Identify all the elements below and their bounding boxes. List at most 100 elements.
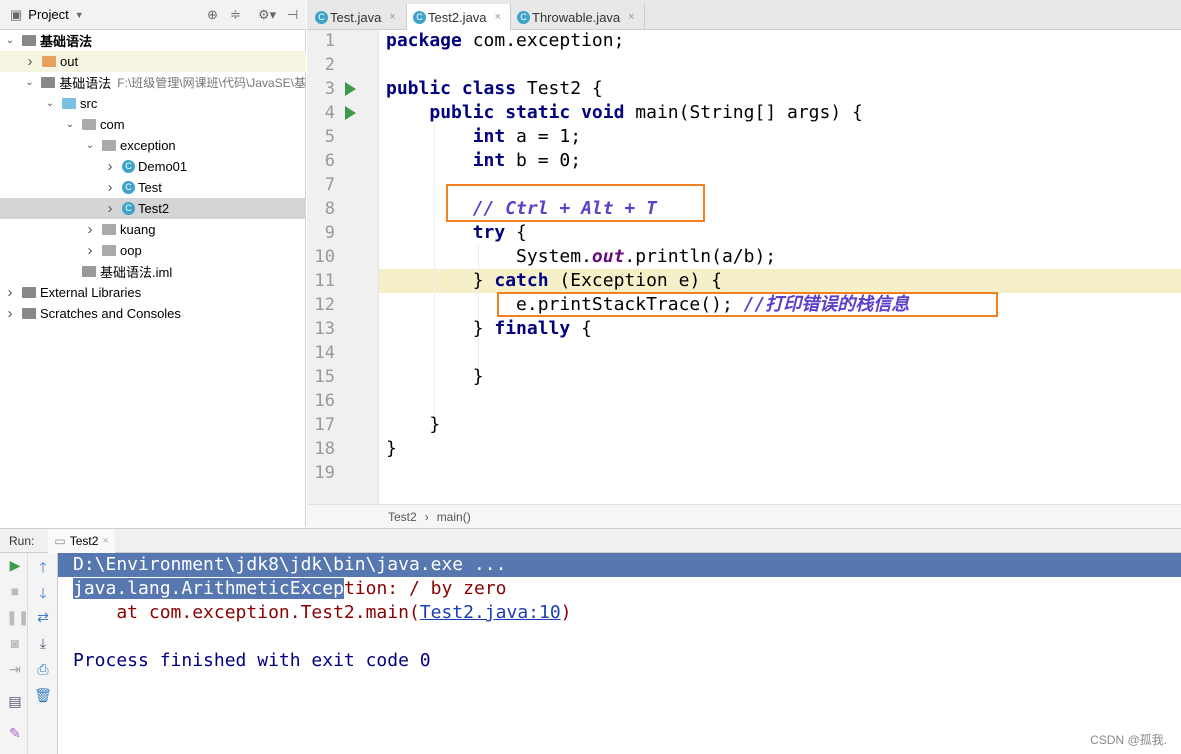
code-line[interactable]: } (386, 413, 440, 437)
chevron-down-icon[interactable]: ⌄ (44, 98, 56, 109)
down-arrow-icon[interactable]: 🡓 (34, 583, 52, 607)
line-number: 12 (314, 295, 335, 315)
code-line[interactable]: package com.exception; (386, 29, 624, 53)
tree-item[interactable]: › External Libraries (0, 282, 306, 303)
hide-icon[interactable]: ⊣ (287, 7, 298, 23)
code-token: } (386, 318, 495, 339)
locate-icon[interactable]: ⊕ (207, 7, 218, 23)
console-line[interactable]: at com.exception.Test2.main(Test2.java:1… (73, 601, 571, 625)
code-token: } (386, 438, 397, 459)
console-line[interactable]: D:\Environment\jdk8\jdk\bin\java.exe ... (73, 553, 506, 577)
chevron-down-icon[interactable]: ⌄ (84, 140, 96, 151)
tree-item[interactable]: ⌄ 基础语法 F:\班级管理\网课班\代码\JavaSE\基 (0, 72, 306, 93)
tree-item[interactable]: ⌄ com (0, 114, 306, 135)
run-class-icon[interactable] (345, 82, 356, 96)
tree-item[interactable]: › C Test2 (0, 198, 306, 219)
run-label: Run: (9, 533, 35, 548)
tree-item[interactable]: › Scratches and Consoles (0, 303, 306, 324)
code-token: finally (494, 318, 571, 339)
tree-item-label: External Libraries (40, 285, 142, 300)
print-icon[interactable]: ⎙ (34, 661, 52, 678)
chevron-right-icon[interactable]: › (84, 221, 96, 238)
tree-item[interactable]: ⌄ 基础语法 (0, 30, 306, 51)
chevron-right-icon[interactable]: › (4, 284, 16, 301)
up-arrow-icon[interactable]: 🡑 (34, 557, 52, 581)
layout-icon[interactable]: ▤ (6, 693, 24, 710)
chevron-right-icon[interactable]: › (104, 200, 116, 217)
pause-icon[interactable]: ❚❚ (6, 609, 29, 626)
chevron-right-icon[interactable]: › (84, 242, 96, 259)
module-icon (41, 77, 56, 88)
line-number: 3 (324, 79, 335, 99)
chevron-down-icon[interactable]: ⌄ (64, 119, 76, 130)
collapse-icon[interactable]: ≑ (230, 7, 241, 23)
annotation-box (497, 292, 998, 317)
chevron-right-icon[interactable]: › (104, 179, 116, 196)
code-line[interactable]: } finally { (386, 317, 592, 341)
close-icon[interactable]: × (102, 535, 108, 547)
code-token: public class (386, 78, 517, 99)
console-icon: ▭ (54, 533, 66, 548)
tree-item-label: 基础语法.iml (100, 265, 173, 280)
breadcrumb-class[interactable]: Test2 (388, 510, 417, 524)
code-token: { (505, 222, 527, 243)
dump-threads-icon[interactable]: ◙ (6, 635, 24, 651)
tree-item[interactable]: › out (0, 51, 306, 72)
stop-icon[interactable]: ■ (6, 583, 24, 599)
chevron-right-icon[interactable]: › (24, 53, 36, 70)
code-line[interactable]: try { (386, 221, 527, 245)
scroll-end-icon[interactable]: ⤓ (34, 635, 52, 652)
stack-text: at com.exception.Test2.main( (73, 602, 420, 623)
run-tab[interactable]: ▭ Test2 × (48, 528, 115, 553)
console-line[interactable]: Process finished with exit code 0 (73, 649, 431, 673)
pin-icon[interactable]: ✎ (6, 725, 24, 742)
close-icon[interactable]: × (628, 11, 634, 23)
code-line[interactable]: } (386, 437, 397, 461)
code-line[interactable]: int b = 0; (386, 149, 581, 173)
tree-item[interactable]: ⌄ exception (0, 135, 306, 156)
close-icon[interactable]: × (389, 11, 395, 23)
package-icon (82, 119, 96, 130)
tree-item[interactable]: › C Demo01 (0, 156, 306, 177)
dropdown-icon[interactable]: ▼ (75, 10, 84, 20)
tree-item-label: Test2 (138, 201, 170, 216)
tree-item[interactable]: › oop (0, 240, 306, 261)
source-link[interactable]: Test2.java:10 (420, 602, 561, 623)
console-line[interactable]: java.lang.ArithmeticException: / by zero (73, 577, 507, 601)
code-line[interactable]: System.out.println(a/b); (386, 245, 776, 269)
project-title[interactable]: Project (28, 7, 68, 22)
editor-tab[interactable]: C Test.java × (309, 4, 407, 30)
run-main-icon[interactable] (345, 106, 356, 120)
line-number: 9 (324, 223, 335, 243)
close-icon[interactable]: × (495, 11, 501, 23)
editor-tab[interactable]: C Test2.java × (407, 4, 511, 30)
project-toolbar: ▣ Project ▼ ⊕ ≑ ⚙▾ ⊣ (0, 0, 306, 30)
package-icon (102, 224, 116, 235)
code-line[interactable]: } catch (Exception e) { (386, 269, 722, 293)
tab-label: Test.java (330, 9, 382, 25)
chevron-right-icon[interactable]: › (104, 158, 116, 175)
chevron-down-icon[interactable]: ⌄ (4, 35, 16, 46)
trash-icon[interactable]: 🗑 (34, 687, 52, 704)
editor-tab[interactable]: C Throwable.java × (511, 4, 645, 30)
breadcrumb-method[interactable]: main() (437, 510, 471, 524)
chevron-right-icon: › (424, 509, 429, 524)
chevron-down-icon[interactable]: ⌄ (24, 77, 36, 88)
gear-icon[interactable]: ⚙▾ (258, 7, 276, 23)
rerun-icon[interactable]: ▶ (6, 557, 24, 574)
tree-item[interactable]: › kuang (0, 219, 306, 240)
tree-item[interactable]: 基础语法.iml (0, 261, 306, 282)
tree-item[interactable]: ⌄ src (0, 93, 306, 114)
code-line[interactable]: } (386, 365, 484, 389)
code-line[interactable]: public class Test2 { (386, 77, 603, 101)
scratch-icon (22, 308, 36, 319)
code-line[interactable]: public static void main(String[] args) { (386, 101, 863, 125)
line-number: 4 (324, 103, 335, 123)
tree-item[interactable]: › C Test (0, 177, 306, 198)
error-text: tion: / by zero (343, 578, 507, 599)
exit-icon[interactable]: ⇥ (6, 661, 24, 678)
chevron-right-icon[interactable]: › (4, 305, 16, 322)
soft-wrap-icon[interactable]: ⇄ (34, 609, 52, 626)
code-line[interactable]: int a = 1; (386, 125, 581, 149)
